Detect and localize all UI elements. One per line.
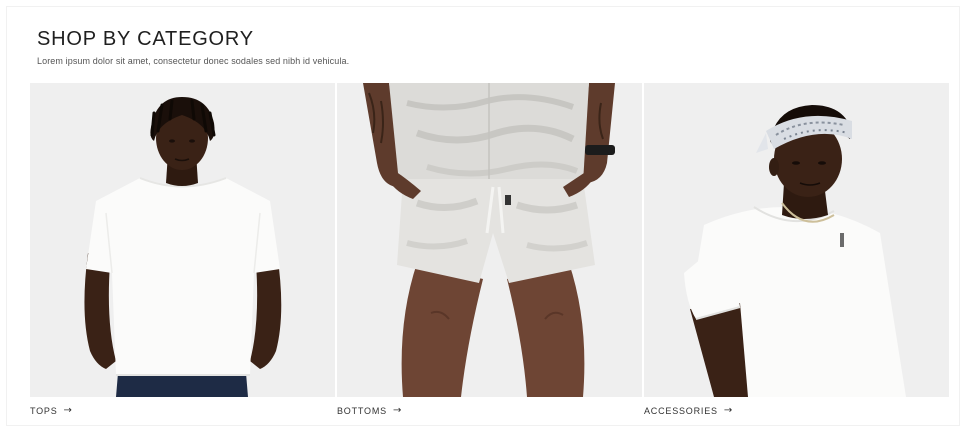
model-in-camo-shorts-illustration (337, 83, 642, 397)
category-link-bottoms[interactable]: BOTTOMS → (337, 405, 403, 417)
arrow-right-icon: → (63, 405, 73, 416)
section-title: SHOP BY CATEGORY (37, 28, 254, 50)
category-image-accessories[interactable] (644, 83, 949, 397)
category-grid: TOPS → BOTTOMS → ACCESSORIES → (30, 83, 950, 418)
category-link-tops[interactable]: TOPS → (30, 405, 73, 417)
category-image-tops[interactable] (30, 83, 335, 397)
model-with-bandana-illustration (644, 83, 949, 397)
category-label-bottoms: BOTTOMS (337, 406, 387, 416)
category-label-tops: TOPS (30, 406, 58, 416)
arrow-right-icon: → (392, 405, 403, 416)
arrow-right-icon: → (723, 405, 734, 416)
category-image-bottoms[interactable] (337, 83, 642, 397)
category-card-accessories[interactable]: ACCESSORIES → (644, 83, 949, 418)
category-card-tops[interactable]: TOPS → (30, 83, 335, 418)
category-link-accessories[interactable]: ACCESSORIES → (644, 405, 734, 417)
section-subtitle: Lorem ipsum dolor sit amet, consectetur … (37, 56, 350, 66)
category-label-accessories: ACCESSORIES (644, 406, 718, 416)
category-card-bottoms[interactable]: BOTTOMS → (337, 83, 642, 418)
model-in-white-tee-illustration (30, 83, 335, 397)
